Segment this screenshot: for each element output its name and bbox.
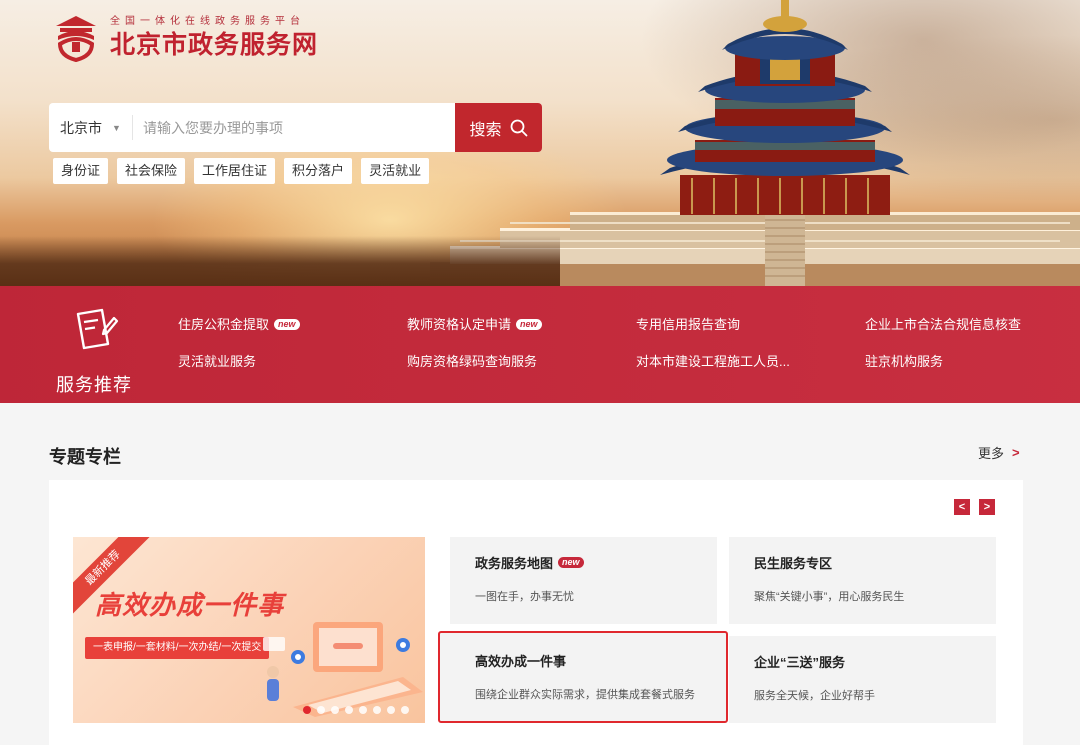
- document-pen-icon: [76, 308, 119, 350]
- carousel-dot[interactable]: [387, 706, 395, 714]
- prev-arrow-button[interactable]: <: [954, 499, 970, 515]
- caret-down-icon: ▼: [112, 122, 121, 133]
- new-badge: new: [516, 319, 542, 330]
- laptop-illustration-icon: [263, 622, 423, 717]
- recommend-link[interactable]: 购房资格绿码查询服务: [407, 353, 636, 370]
- recommend-links: 住房公积金提取 new 教师资格认定申请 new 专用信用报告查询 企业上市合法合规…: [178, 316, 1065, 370]
- site-logo[interactable]: 全国一体化在线政务服务平台 北京市政务服务网: [50, 12, 318, 64]
- carousel-dot[interactable]: [373, 706, 381, 714]
- banner-slogan: 一表申报/一套材料/一次办结/一次提交: [85, 637, 270, 659]
- carousel-dot[interactable]: [345, 706, 353, 714]
- carousel-dot[interactable]: [303, 706, 311, 714]
- next-arrow-button[interactable]: >: [979, 499, 995, 515]
- card-desc: 服务全天候，企业好帮手: [754, 690, 875, 702]
- logo-subtitle: 全国一体化在线政务服务平台: [110, 16, 305, 27]
- more-link[interactable]: 更多 >: [978, 443, 1020, 462]
- search-bar: 北京市 ▼ 搜索: [49, 103, 542, 152]
- hero-banner: 全国一体化在线政务服务平台 北京市政务服务网 北京市 ▼ 搜索 身份证 社会保险…: [0, 0, 1080, 286]
- topic-card-livelihood[interactable]: 民生服务专区 聚焦“关键小事”，用心服务民生: [729, 537, 996, 624]
- card-title: 民生服务专区: [754, 556, 833, 571]
- hot-tag[interactable]: 身份证: [53, 158, 109, 184]
- more-link-label: 更多: [978, 446, 1005, 461]
- chevron-right-icon: >: [1012, 445, 1020, 460]
- search-icon: [510, 119, 527, 136]
- search-button[interactable]: 搜索: [455, 103, 542, 152]
- carousel-dot[interactable]: [401, 706, 409, 714]
- new-badge: new: [274, 319, 300, 330]
- carousel-pager: < >: [954, 499, 995, 515]
- card-desc: 一图在手，办事无忧: [475, 591, 574, 603]
- search-input[interactable]: [133, 103, 455, 152]
- city-select[interactable]: 北京市 ▼: [49, 115, 133, 140]
- topic-card-enterprise[interactable]: 企业“三送”服务 服务全天候，企业好帮手: [729, 636, 996, 723]
- recommend-heading: 服务推荐: [50, 306, 138, 397]
- recommend-link[interactable]: 灵活就业服务: [178, 353, 407, 370]
- carousel-dot[interactable]: [317, 706, 325, 714]
- recommend-link[interactable]: 企业上市合法合规信息核查: [865, 316, 1065, 333]
- beijing-emblem-icon: [56, 16, 96, 63]
- hot-tag[interactable]: 灵活就业: [361, 158, 430, 184]
- hot-tag[interactable]: 工作居住证: [194, 158, 276, 184]
- service-recommend-band: 服务推荐 住房公积金提取 new 教师资格认定申请 new 专用信用报告查询 企业上…: [0, 286, 1080, 403]
- topic-card-one-thing[interactable]: 高效办成一件事 围绕企业群众实际需求，提供集成套餐式服务: [438, 631, 728, 723]
- page: 全国一体化在线政务服务平台 北京市政务服务网 北京市 ▼ 搜索 身份证 社会保险…: [0, 0, 1080, 745]
- card-title: 政务服务地图: [475, 556, 554, 571]
- recommend-link[interactable]: 住房公积金提取 new: [178, 316, 407, 333]
- hot-tag[interactable]: 积分落户: [284, 158, 353, 184]
- recommend-link[interactable]: 专用信用报告查询: [636, 316, 865, 333]
- carousel-dots: [303, 706, 409, 714]
- card-title: 企业“三送”服务: [754, 655, 846, 670]
- recommend-link[interactable]: 教师资格认定申请 new: [407, 316, 636, 333]
- search-button-label: 搜索: [469, 121, 502, 139]
- city-select-label: 北京市: [60, 119, 103, 136]
- recommend-link[interactable]: 驻京机构服务: [865, 353, 1065, 370]
- featured-banner[interactable]: 最新推荐 高效办成一件事 一表申报/一套材料/一次办结/一次提交: [73, 537, 425, 723]
- logo-title: 北京市政务服务网: [110, 31, 319, 59]
- hot-tag[interactable]: 社会保险: [117, 158, 186, 184]
- carousel-dot[interactable]: [359, 706, 367, 714]
- section-title: 专题专栏: [49, 447, 121, 467]
- hot-search-tags: 身份证 社会保险 工作居住证 积分落户 灵活就业: [53, 158, 430, 184]
- recommend-link[interactable]: 对本市建设工程施工人员...: [636, 353, 865, 370]
- new-badge: new: [558, 557, 584, 568]
- card-title: 高效办成一件事: [475, 654, 567, 669]
- carousel-dot[interactable]: [331, 706, 339, 714]
- card-desc: 聚焦“关键小事”，用心服务民生: [754, 591, 905, 603]
- topic-card-map[interactable]: 政务服务地图 new 一图在手，办事无忧: [450, 537, 717, 624]
- card-desc: 围绕企业群众实际需求，提供集成套餐式服务: [475, 689, 695, 701]
- recommend-title: 服务推荐: [56, 375, 132, 395]
